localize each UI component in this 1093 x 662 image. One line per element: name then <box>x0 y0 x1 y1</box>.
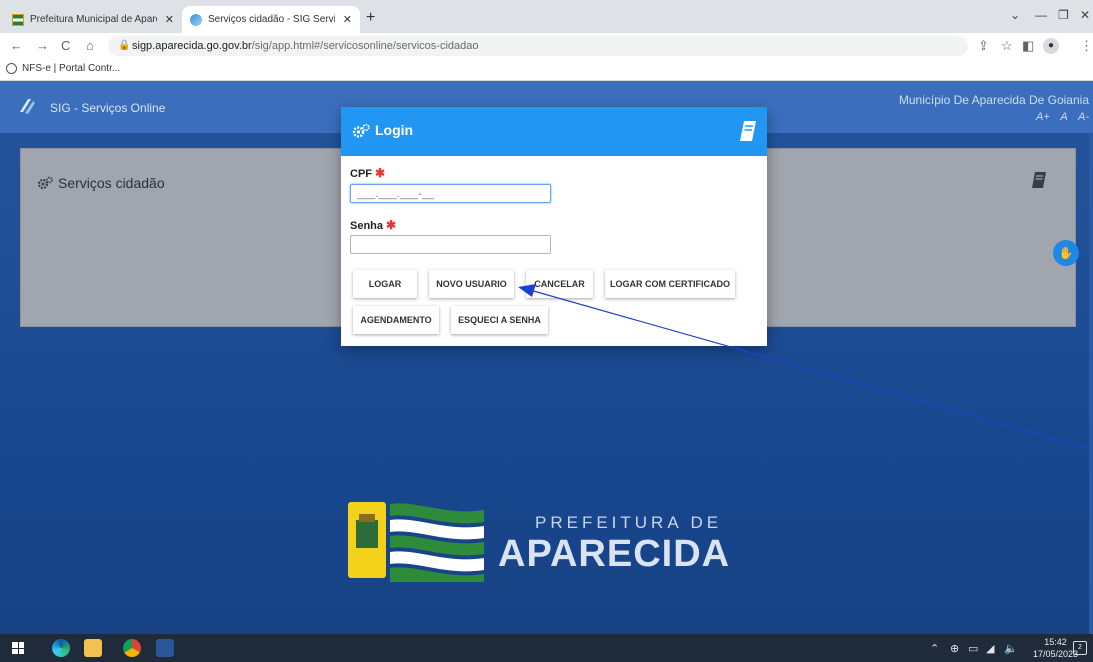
help-book-icon[interactable] <box>739 120 757 142</box>
system-clock[interactable]: 15:42 17/05/2023 <box>1033 636 1078 660</box>
sig-logo-icon <box>20 99 35 114</box>
required-asterisk-icon: ✱ <box>375 166 386 180</box>
reload-icon[interactable]: C <box>61 38 70 53</box>
notification-count: 2 <box>1078 644 1082 651</box>
url-path: /sig/app.html#/servicosonline/servicos-c… <box>251 40 479 52</box>
scheduling-button[interactable]: AGENDAMENTO <box>353 306 439 334</box>
share-icon[interactable]: ⇪ <box>978 38 989 54</box>
home-icon[interactable]: ⌂ <box>86 38 94 53</box>
url-text: sigp.aparecida.go.gov.br/sig/app.html#/s… <box>132 40 479 52</box>
required-asterisk-icon: ✱ <box>386 218 397 232</box>
tab-label: Serviços cidadão - SIG Serviços O <box>208 14 335 25</box>
bookmark-nfse[interactable]: NFS-e | Portal Contr... <box>6 63 120 74</box>
cpf-label: CPF ✱ <box>350 166 385 180</box>
browser-tab-sig[interactable]: Serviços cidadão - SIG Serviços O ✕ <box>182 6 360 33</box>
tab-label: Prefeitura Municipal de Aparecid <box>30 14 157 25</box>
lock-icon: 🔒 <box>118 40 131 51</box>
cancel-button[interactable]: CANCELAR <box>526 270 593 298</box>
login-dialog-header: Login <box>341 107 767 156</box>
sig-favicon-icon <box>190 13 202 26</box>
font-size-controls: A+ A A- <box>1036 111 1089 123</box>
chrome-browser-icon[interactable] <box>123 639 141 657</box>
side-panel-icon[interactable]: ◧ <box>1022 38 1034 54</box>
font-decrease-button[interactable]: A- <box>1078 111 1089 123</box>
browser-tab-bar: Prefeitura Municipal de Aparecid ✕ Servi… <box>0 0 1093 33</box>
password-input[interactable] <box>350 235 551 254</box>
login-dialog: Login CPF✱ Senha✱ LOGAR NOVO USUARIO CAN… <box>341 107 767 346</box>
prefeitura-flag-logo <box>348 502 484 582</box>
new-tab-button[interactable]: + <box>366 9 375 27</box>
menu-kebab-icon[interactable]: ⋮ <box>1080 38 1093 54</box>
edge-browser-icon[interactable] <box>52 639 70 657</box>
gears-icon <box>352 123 370 138</box>
file-explorer-icon[interactable] <box>84 639 102 657</box>
bookmarks-bar: NFS-e | Portal Contr... <box>0 59 1093 81</box>
accessibility-hands-icon[interactable]: ✋ <box>1053 240 1079 266</box>
browser-tab-prefeitura[interactable]: Prefeitura Municipal de Aparecid ✕ <box>4 6 182 33</box>
bookmark-star-icon[interactable]: ☆ <box>1001 38 1013 54</box>
notification-center-icon[interactable]: 2 <box>1073 641 1087 655</box>
page-scrollbar[interactable] <box>1089 133 1093 634</box>
new-user-button[interactable]: NOVO USUARIO <box>429 270 514 298</box>
url-field[interactable]: 🔒 sigp.aparecida.go.gov.br/sig/app.html#… <box>108 36 968 56</box>
maximize-icon[interactable]: ❐ <box>1058 8 1069 22</box>
login-title: Login <box>375 122 414 138</box>
address-bar: ← → C ⌂ 🔒 sigp.aparecida.go.gov.br/sig/a… <box>0 33 1093 59</box>
municipality-name: Município De Aparecida De Goiania <box>898 93 1089 107</box>
senha-label-text: Senha <box>350 220 384 232</box>
forward-icon[interactable]: → <box>36 38 49 53</box>
cpf-input[interactable] <box>350 184 551 203</box>
wifi-icon[interactable]: ◢ <box>986 642 994 655</box>
url-host: sigp.aparecida.go.gov.br <box>132 40 252 52</box>
tray-overflow-icon[interactable]: ⌃ <box>930 642 939 655</box>
volume-icon[interactable]: 🔈 <box>1004 642 1018 655</box>
close-tab-icon[interactable]: ✕ <box>165 13 174 26</box>
close-tab-icon[interactable]: ✕ <box>343 13 352 26</box>
profile-avatar-icon[interactable]: ● <box>1043 38 1059 54</box>
flag-favicon-icon <box>12 13 24 26</box>
clock-date: 17/05/2023 <box>1033 649 1079 659</box>
cpf-label-text: CPF <box>350 168 372 180</box>
brand-line-prefeitura: PREFEITURA DE <box>535 513 723 532</box>
back-icon[interactable]: ← <box>10 38 23 53</box>
senha-label: Senha ✱ <box>350 218 396 232</box>
bookmark-label: NFS-e | Portal Contr... <box>22 63 121 74</box>
app-title: SIG - Serviços Online <box>50 101 166 115</box>
close-window-icon[interactable]: ✕ <box>1080 8 1090 22</box>
network-icon[interactable]: ⊕ <box>950 642 959 655</box>
forgot-password-button[interactable]: ESQUECI A SENHA <box>451 306 548 334</box>
word-app-icon[interactable] <box>156 639 174 657</box>
clock-time: 15:42 <box>1044 637 1067 647</box>
font-increase-button[interactable]: A+ <box>1036 111 1050 123</box>
minimize-icon[interactable]: — <box>1035 8 1047 22</box>
font-reset-button[interactable]: A <box>1060 111 1067 123</box>
login-button[interactable]: LOGAR <box>353 270 417 298</box>
windows-taskbar: ⌃ ⊕ ▭ ◢ 🔈 15:42 17/05/2023 2 <box>0 634 1093 662</box>
tab-search-icon[interactable]: ⌄ <box>1010 8 1020 22</box>
brand-line-aparecida: APARECIDA <box>498 533 731 575</box>
battery-icon[interactable]: ▭ <box>968 642 978 655</box>
globe-icon <box>6 63 17 74</box>
certificate-login-button[interactable]: LOGAR COM CERTIFICADO <box>605 270 735 298</box>
windows-start-icon[interactable] <box>12 642 24 654</box>
